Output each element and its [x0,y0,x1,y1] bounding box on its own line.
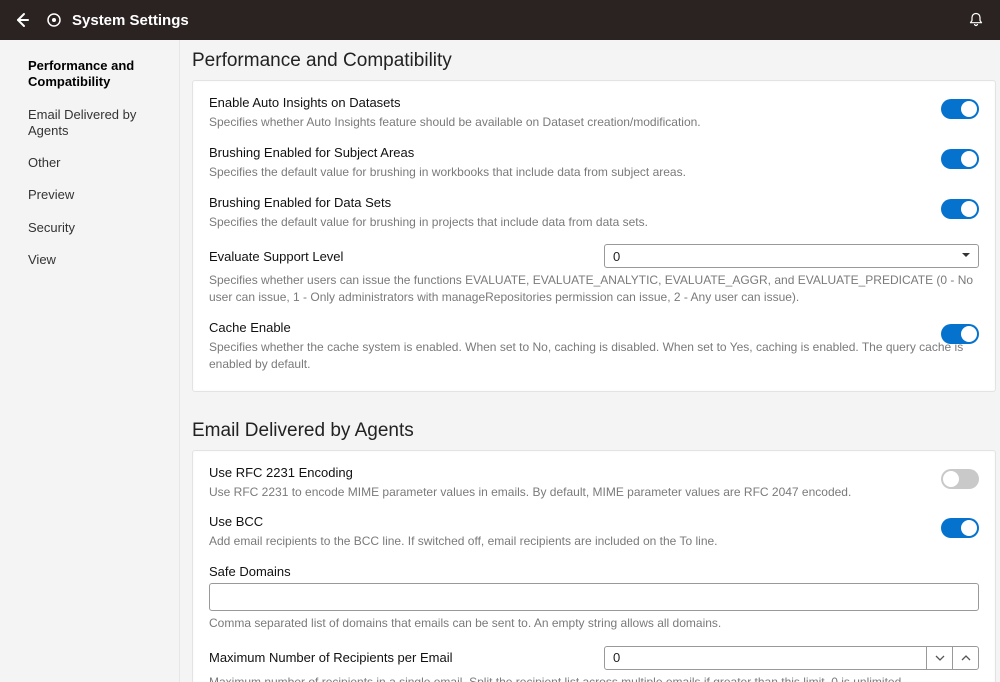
setting-desc: Specifies the default value for brushing… [209,164,979,181]
sidebar-item-performance[interactable]: Performance and Compatibility [0,50,179,99]
setting-label: Maximum Number of Recipients per Email [209,650,604,665]
chevron-down-icon [935,653,945,663]
setting-evaluate-support: Evaluate Support Level 0 Specifies wheth… [209,244,979,320]
setting-label: Brushing Enabled for Data Sets [209,195,979,210]
bell-icon [968,12,984,28]
chevron-up-icon [961,653,971,663]
panel-performance: Enable Auto Insights on Datasets Specifi… [192,80,996,392]
toggle-rfc-encoding[interactable] [941,469,979,489]
main-content: Performance and Compatibility Enable Aut… [180,40,1000,682]
setting-label: Use BCC [209,514,979,529]
setting-label: Use RFC 2231 Encoding [209,465,979,480]
setting-use-bcc: Use BCC Add email recipients to the BCC … [209,514,979,564]
setting-label: Cache Enable [209,320,979,335]
toggle-auto-insights[interactable] [941,99,979,119]
notifications-button[interactable] [966,10,986,30]
setting-brushing-data: Brushing Enabled for Data Sets Specifies… [209,195,979,245]
section-title-performance: Performance and Compatibility [192,50,996,72]
toggle-brushing-subject[interactable] [941,149,979,169]
section-title-email: Email Delivered by Agents [192,420,996,442]
setting-desc: Specifies whether Auto Insights feature … [209,114,979,131]
setting-desc: Specifies the default value for brushing… [209,214,979,231]
spinner-down-button[interactable] [926,647,952,669]
sidebar-nav: Performance and Compatibility Email Deli… [0,40,180,682]
page-title: System Settings [72,12,189,29]
toggle-use-bcc[interactable] [941,518,979,538]
toggle-cache-enable[interactable] [941,324,979,344]
setting-auto-insights: Enable Auto Insights on Datasets Specifi… [209,95,979,145]
setting-desc: Maximum number of recipients in a single… [209,674,979,682]
input-safe-domains[interactable] [209,583,979,611]
setting-desc: Use RFC 2231 to encode MIME parameter va… [209,484,979,501]
toggle-brushing-data[interactable] [941,199,979,219]
setting-max-recipients: Maximum Number of Recipients per Email 0… [209,646,979,682]
sidebar-item-other[interactable]: Other [0,147,179,179]
sidebar-item-preview[interactable]: Preview [0,179,179,211]
panel-email: Use RFC 2231 Encoding Use RFC 2231 to en… [192,450,996,682]
setting-cache-enable: Cache Enable Specifies whether the cache… [209,320,979,373]
setting-desc: Add email recipients to the BCC line. If… [209,533,979,550]
select-evaluate-level[interactable]: 0 [604,244,979,268]
spinner-up-button[interactable] [952,647,978,669]
setting-label: Evaluate Support Level [209,249,604,264]
setting-label: Brushing Enabled for Subject Areas [209,145,979,160]
setting-desc: Specifies whether the cache system is en… [209,339,979,373]
back-button[interactable] [12,10,32,30]
sidebar-item-view[interactable]: View [0,244,179,276]
setting-safe-domains: Safe Domains Comma separated list of dom… [209,564,979,646]
setting-rfc-encoding: Use RFC 2231 Encoding Use RFC 2231 to en… [209,465,979,515]
select-value: 0 [613,249,620,264]
spinner-max-recipients[interactable]: 0 [604,646,979,670]
chevron-down-icon [960,249,972,264]
setting-label: Enable Auto Insights on Datasets [209,95,979,110]
setting-label: Safe Domains [209,564,979,579]
gear-icon [44,10,64,30]
spinner-value: 0 [605,650,926,665]
sidebar-item-email[interactable]: Email Delivered by Agents [0,99,179,148]
back-arrow-icon [14,12,30,28]
setting-desc: Comma separated list of domains that ema… [209,615,979,632]
setting-brushing-subject: Brushing Enabled for Subject Areas Speci… [209,145,979,195]
setting-desc: Specifies whether users can issue the fu… [209,272,979,306]
sidebar-item-security[interactable]: Security [0,212,179,244]
app-header: System Settings [0,0,1000,40]
